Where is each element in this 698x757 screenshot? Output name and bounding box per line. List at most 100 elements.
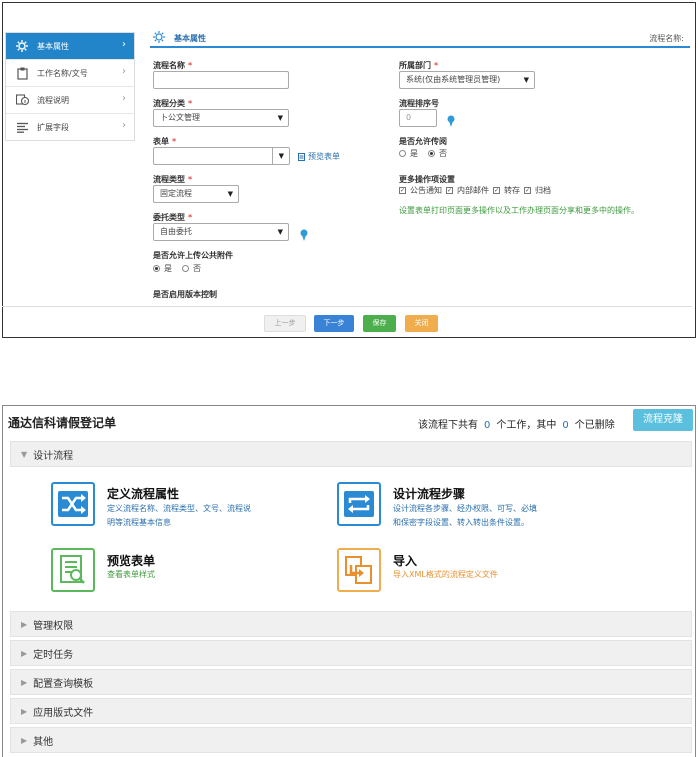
triangle-down-icon: ▼ [21,449,28,459]
dropdown-arrow-icon: ▼ [271,148,284,164]
list-icon [15,120,29,134]
triangle-right-icon: ▶ [21,648,28,658]
flow-name-label: 流程名称 * [153,61,193,70]
upload-attachment-label: 是否允许上传公共附件 [153,251,233,260]
checkbox-label: 公告通知 [410,186,442,195]
section-permissions[interactable]: ▶ 管理权限 [10,611,692,637]
form-select[interactable]: ▼ [153,147,290,165]
triangle-right-icon: ▶ [21,677,28,687]
mail-checkbox[interactable]: ✓ [446,187,453,194]
form-label: 表单 * [153,137,177,146]
preview-form-title[interactable]: 预览表单 [107,552,155,569]
sidebar-item-basic-properties[interactable]: 基本属性 › [6,33,134,60]
radio-label: 否 [439,149,447,158]
department-select[interactable]: 系统(仅由系统管理员管理) ▼ [399,71,535,89]
flow-category-select[interactable]: 卜公文管理 ▼ [153,109,289,127]
section-other[interactable]: ▶ 其他 [10,727,692,753]
import-title[interactable]: 导入 [393,552,417,569]
clone-flow-button[interactable]: 流程克隆 [633,409,693,431]
flow-name-input[interactable] [153,71,289,89]
chevron-right-icon: › [122,93,126,104]
delegate-type-select[interactable]: 自由委托 ▼ [153,223,289,241]
more-ops-checkboxes: ✓ 公告通知 ✓ 内部邮件 ✓ 转存 ✓ 归档 [399,185,551,196]
sidebar-item-label: 流程说明 [37,95,69,105]
import-icon [345,556,372,584]
action-bar: 上一步 下一步 保存 关闭 [2,306,692,337]
preview-form-card-icon[interactable] [51,548,95,592]
sidebar-item-extended-fields[interactable]: 扩展字段 › [6,114,134,140]
dropdown-arrow-icon: ▼ [523,76,529,84]
flow-order-label: 流程排序号 [399,99,439,108]
design-steps-title[interactable]: 设计流程步骤 [393,485,465,502]
hint-pin-icon[interactable] [446,115,456,127]
section-label: 其他 [33,736,54,748]
radio-label: 是 [410,149,418,158]
section-label: 设计流程 [33,450,74,462]
allow-comment-radios: 是 否 [399,148,447,159]
allow-comment-label: 是否允许传阅 [399,137,447,146]
section-label: 定时任务 [33,649,74,661]
upload-no-radio[interactable] [182,265,189,272]
section-design-flow[interactable]: ▼ 设计流程 [10,441,692,467]
save-button[interactable]: 保存 [363,315,396,332]
sidebar-item-label: 工作名称/文号 [37,68,88,78]
radio-label: 否 [193,264,201,273]
checkbox-label: 转存 [504,186,520,195]
design-steps-card-icon[interactable] [337,482,381,526]
comment-yes-radio[interactable] [399,150,406,157]
hint-pin-icon[interactable] [299,229,309,241]
chevron-right-icon: › [122,66,126,77]
section-app-files[interactable]: ▶ 应用版式文件 [10,698,692,724]
sidebar-item-work-name[interactable]: 工作名称/文号 › [6,60,134,87]
dropdown-arrow-icon: ▼ [277,228,283,236]
more-ops-label: 更多操作项设置 [399,175,455,184]
comment-no-radio[interactable] [428,150,435,157]
sidebar-item-label: 扩展字段 [37,122,69,132]
notice-checkbox[interactable]: ✓ [399,187,406,194]
define-properties-card-icon[interactable] [51,482,95,526]
flow-name-display: 流程名称: [649,34,684,43]
cycle-icon [344,491,374,517]
document-icon [298,152,305,161]
upload-yes-radio[interactable] [153,265,160,272]
define-properties-title[interactable]: 定义流程属性 [107,485,179,502]
checkbox-label: 归档 [535,186,551,195]
shuffle-icon [58,491,88,517]
sidebar-item-label: 基本属性 [37,41,69,51]
preview-form-link[interactable]: 预览表单 [298,151,340,162]
triangle-right-icon: ▶ [21,706,28,716]
more-ops-hint: 设置表单打印页面更多操作以及工作办理页面分享和更多中的操作。 [399,206,639,215]
section-title: 基本属性 [174,34,206,43]
version-control-label: 是否启用版本控制 [153,290,217,299]
preview-form-label: 预览表单 [308,152,340,161]
flow-type-label: 流程类型 * [153,175,193,184]
close-button[interactable]: 关闭 [405,315,438,332]
section-header: 基本属性 流程名称: [150,30,690,48]
section-timer-tasks[interactable]: ▶ 定时任务 [10,640,692,666]
flow-category-label: 流程分类 * [153,99,193,108]
next-step-button[interactable]: 下一步 [314,315,354,332]
import-card-icon[interactable] [337,548,381,592]
upload-attachment-radios: 是 否 [153,263,201,274]
flow-work-count: 该流程下共有 0 个工作，其中 0 个已删除 [418,420,615,431]
gear-icon [153,31,165,45]
triangle-right-icon: ▶ [21,619,28,629]
preview-form-desc: 查看表单样式 [107,570,155,579]
prev-step-button[interactable]: 上一步 [264,315,306,332]
document-search-icon [60,555,85,584]
gear-icon [15,39,29,53]
flow-type-select[interactable]: 固定流程 ▼ [153,185,239,203]
section-query-template[interactable]: ▶ 配置查询模板 [10,669,692,695]
department-label: 所属部门 * [399,61,439,70]
transfer-checkbox[interactable]: ✓ [493,187,500,194]
flow-order-input[interactable]: 0 [399,109,437,127]
sidebar-item-flow-description[interactable]: 流程说明 › [6,87,134,114]
archive-checkbox[interactable]: ✓ [524,187,531,194]
define-properties-desc: 定义流程名称、流程类型、文号、流程说 明等流程基本信息 [107,504,251,527]
sidebar: 基本属性 › 工作名称/文号 › 流程说明 › 扩展字段 › [5,32,135,141]
chevron-right-icon: › [122,39,126,50]
info-icon [15,93,29,107]
section-label: 配置查询模板 [33,678,94,690]
clipboard-icon [15,66,29,80]
section-label: 应用版式文件 [33,707,94,719]
